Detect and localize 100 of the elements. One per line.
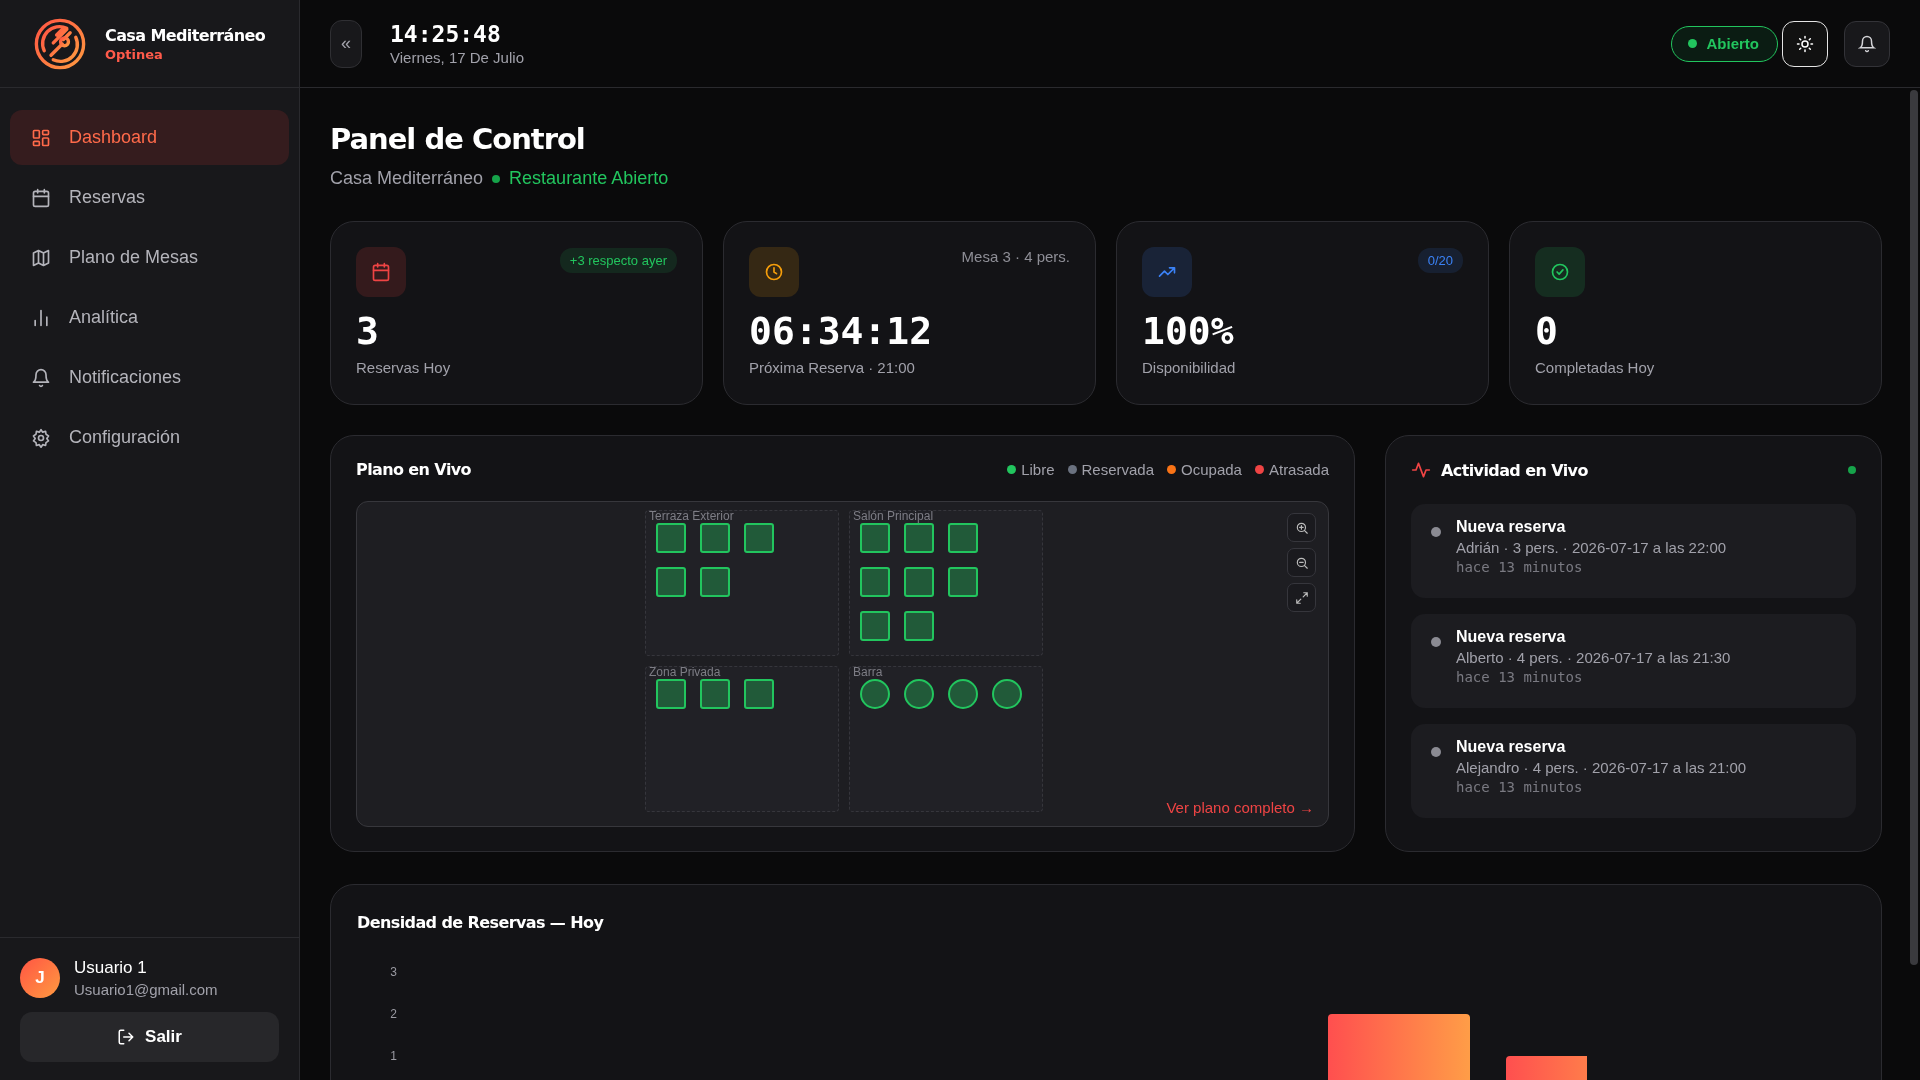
logout-button[interactable]: Salir (20, 1012, 279, 1062)
scrollbar[interactable] (1910, 90, 1918, 965)
square-table[interactable] (656, 567, 686, 597)
stat-value: 06:34:12 (749, 309, 934, 353)
notifications-button[interactable] (1844, 20, 1890, 67)
zone-name: Zona Privada (649, 665, 721, 679)
square-table[interactable] (700, 523, 730, 553)
stat-value: 3 (356, 309, 380, 353)
nav-item[interactable]: Dashboard (10, 110, 289, 165)
activity-time: hace 13 minutos (1456, 779, 1584, 795)
card-title: Densidad de Reservas — Hoy (357, 913, 604, 932)
zone-name: Salón Principal (853, 509, 934, 523)
square-table[interactable] (948, 523, 978, 553)
clock-time: 14:25:48 (390, 21, 502, 47)
square-table[interactable] (860, 523, 890, 553)
activity-detail: Adrián · 3 pers. · 2026-07-17 a las 22:00 (1456, 539, 1727, 556)
zone-name: Terraza Exterior (649, 509, 734, 523)
restaurant-name: Casa Mediterráneo (330, 168, 484, 189)
calendar-icon (31, 187, 51, 208)
stat-badge: +3 respecto ayer (559, 248, 677, 273)
square-table[interactable] (744, 523, 774, 553)
product-name: Optinea (105, 46, 164, 62)
status-pill: Abierto (1670, 25, 1778, 62)
user-email: Usuario1@gmail.com (74, 981, 218, 998)
stat-label: Próxima Reserva · 21:00 (749, 359, 916, 376)
axis-label: 2 (390, 1007, 397, 1021)
stat-badge: 0/20 (1417, 248, 1463, 273)
card-title: Actividad en Vivo (1441, 460, 1588, 480)
round-table[interactable] (904, 679, 934, 709)
nav-item[interactable]: Analítica (10, 290, 289, 345)
bars-icon (31, 307, 51, 328)
nav-item[interactable]: Plano de Mesas (10, 230, 289, 285)
settings-icon (31, 427, 51, 448)
logo-icon (33, 16, 87, 71)
axis-label: 3 (390, 965, 397, 979)
square-table[interactable] (904, 567, 934, 597)
legend-label: Libre (1021, 461, 1055, 478)
stat-value: 100% (1142, 309, 1235, 353)
square-table[interactable] (904, 523, 934, 553)
activity-detail: Alejandro · 4 pers. · 2026-07-17 a las 21:00 (1456, 759, 1747, 776)
stat-label: Reservas Hoy (356, 359, 452, 376)
full-plan-link[interactable]: Ver plano completo → (1166, 799, 1314, 816)
sun-icon (1796, 34, 1814, 53)
axis-label: 1 (390, 1049, 397, 1063)
stat-label: Completadas Hoy (1535, 359, 1656, 376)
collapse-button[interactable]: « (330, 19, 362, 68)
stat-value: 0 (1535, 309, 1559, 353)
round-table[interactable] (992, 679, 1022, 709)
clock-icon (764, 262, 784, 282)
nav-item[interactable]: Reservas (10, 170, 289, 225)
activity-detail: Alberto · 4 pers. · 2026-07-17 a las 21:30 (1456, 649, 1731, 666)
square-table[interactable] (860, 567, 890, 597)
expand-button[interactable] (1287, 583, 1316, 612)
status-dot (492, 174, 501, 183)
theme-button[interactable] (1782, 20, 1828, 67)
bullet-dot (1431, 527, 1441, 537)
activity-title: Nueva reserva (1456, 738, 1567, 756)
page-title: Panel de Control (330, 122, 586, 156)
zoom-in-button[interactable] (1287, 513, 1316, 542)
legend-label: Atrasada (1268, 461, 1329, 478)
live-indicator (1848, 466, 1856, 474)
legend-label: Ocupada (1181, 461, 1242, 478)
grid-icon (31, 127, 51, 148)
activity-time: hace 13 minutos (1456, 669, 1584, 685)
map-icon (31, 247, 51, 268)
nav-item[interactable]: Notificaciones (10, 350, 289, 405)
round-table[interactable] (860, 679, 890, 709)
card-title: Plano en Vivo (356, 460, 471, 479)
user-name: Usuario 1 (74, 958, 148, 978)
clock-date: Viernes, 17 De Julio (390, 49, 524, 66)
brand-name: Casa Mediterráneo (105, 25, 266, 45)
activity-icon (1411, 460, 1431, 480)
zoom-in-icon (1294, 520, 1309, 535)
square-table[interactable] (744, 679, 774, 709)
square-table[interactable] (656, 523, 686, 553)
square-table[interactable] (860, 611, 890, 641)
square-table[interactable] (948, 567, 978, 597)
bell-icon (1858, 34, 1876, 53)
zone-name: Barra (853, 665, 883, 679)
nav-item[interactable]: Configuración (10, 410, 289, 465)
activity-title: Nueva reserva (1456, 518, 1567, 536)
expand-icon (1294, 590, 1309, 605)
stat-label: Disponibilidad (1142, 359, 1237, 376)
square-table[interactable] (656, 679, 686, 709)
square-table[interactable] (904, 611, 934, 641)
square-table[interactable] (700, 679, 730, 709)
square-table[interactable] (700, 567, 730, 597)
activity-time: hace 13 minutos (1456, 559, 1584, 575)
round-table[interactable] (948, 679, 978, 709)
zoom-out-button[interactable] (1287, 548, 1316, 577)
restaurant-status: Restaurante Abierto (509, 168, 669, 189)
activity-title: Nueva reserva (1456, 628, 1567, 646)
bell-icon (31, 367, 51, 388)
bullet-dot (1431, 747, 1441, 757)
legend-label: Reservada (1081, 461, 1155, 478)
calendar-icon (371, 262, 391, 282)
zoom-out-icon (1294, 555, 1309, 570)
user-avatar: J (20, 958, 60, 998)
stat-note: Mesa 3 · 4 pers. (961, 248, 1070, 265)
check-circle-icon (1550, 262, 1570, 282)
